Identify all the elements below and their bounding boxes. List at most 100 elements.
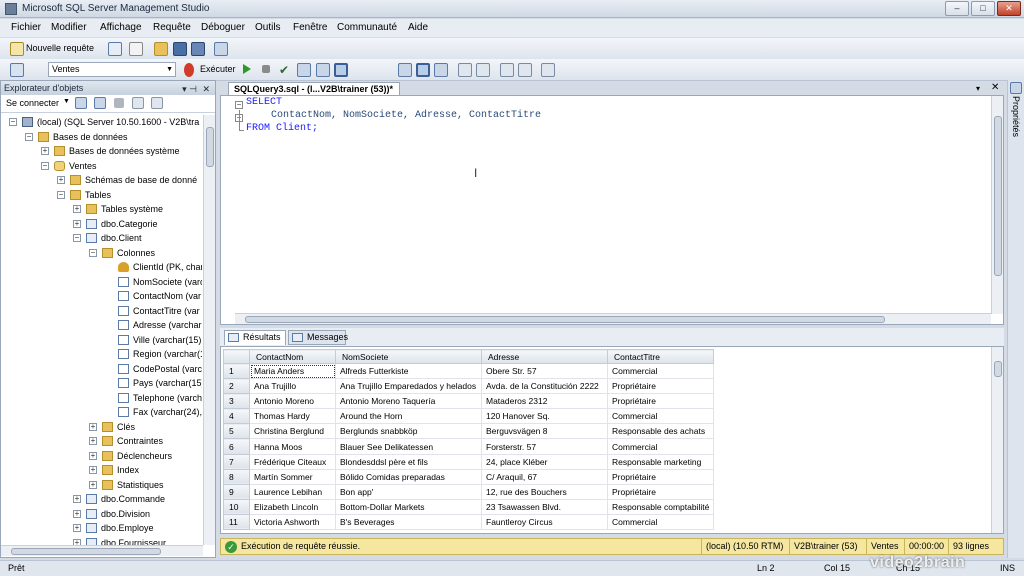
grid-cell[interactable]: Christina Berglund: [249, 423, 336, 440]
close-tab-icon[interactable]: ✕: [991, 82, 999, 93]
column-header[interactable]: NomSociete: [335, 349, 482, 364]
stop-icon[interactable]: [114, 98, 124, 108]
tab-results[interactable]: Résultats: [224, 330, 286, 345]
grid-cell[interactable]: Around the Horn: [335, 408, 482, 425]
grid-cell[interactable]: Mataderos 2312: [481, 393, 608, 410]
grid-cell[interactable]: Avda. de la Constitución 2222: [481, 378, 608, 395]
database-engine-query-icon[interactable]: [108, 42, 122, 56]
tab-dropdown-icon[interactable]: ▾: [976, 84, 980, 93]
grid-cell[interactable]: Elizabeth Lincoln: [249, 498, 336, 515]
table-row[interactable]: 7 Frédérique Citeaux Blondesddsl père et f…: [223, 453, 714, 470]
debug-play-icon[interactable]: [243, 64, 251, 74]
grid-cell[interactable]: Ana Trujillo Emparedados y helados: [335, 378, 482, 395]
grid-vertical-scrollbar[interactable]: [991, 347, 1003, 533]
grid-cell[interactable]: Fauntleroy Circus: [481, 513, 608, 531]
table-row[interactable]: 4 Thomas Hardy Around the Horn 120 Hanover …: [223, 408, 714, 425]
maximize-button[interactable]: □: [971, 1, 995, 16]
grid-cell[interactable]: C/ Araquil, 67: [481, 468, 608, 485]
chevron-down-icon[interactable]: ▼: [63, 98, 70, 105]
table-row[interactable]: 8 Martín Sommer Bólido Comidas preparadas C…: [223, 468, 714, 485]
estimated-plan-icon[interactable]: [297, 63, 311, 77]
expand-icon[interactable]: +: [89, 480, 97, 489]
grid-cell[interactable]: Propriétaire: [607, 468, 714, 485]
collapse-icon[interactable]: −: [25, 132, 33, 141]
stop-icon[interactable]: [262, 65, 270, 73]
parse-check-icon[interactable]: ✔: [279, 63, 293, 77]
grid-cell[interactable]: Berglunds snabbköp: [335, 423, 482, 440]
minimize-button[interactable]: –: [945, 1, 969, 16]
filter-icon[interactable]: [132, 97, 144, 109]
results-grid[interactable]: ContactNom NomSociete Adresse ContactTitre …: [220, 346, 1004, 534]
table-row[interactable]: 6 Hanna Moos Blauer See Delikatessen Forste…: [223, 438, 714, 455]
results-to-file-icon[interactable]: [434, 63, 448, 77]
grid-cell[interactable]: Commercial: [607, 362, 714, 380]
menu-outils[interactable]: Outils: [255, 22, 281, 33]
menu-deboguer[interactable]: Déboguer: [201, 22, 245, 33]
expand-icon[interactable]: +: [73, 509, 81, 518]
tree-vertical-scrollbar[interactable]: [203, 115, 215, 545]
table-row[interactable]: 10 Elizabeth Lincoln Bottom-Dollar Markets…: [223, 498, 714, 515]
sql-editor[interactable]: − − SELECT ContactNom, NomSociete, Adres…: [220, 95, 1004, 325]
expand-icon[interactable]: +: [89, 437, 97, 445]
grid-cell[interactable]: Responsable marketing: [607, 453, 714, 470]
expand-icon[interactable]: +: [89, 451, 97, 460]
results-to-grid-icon[interactable]: [334, 63, 348, 77]
grid-cell[interactable]: Bon app': [335, 483, 482, 500]
expand-icon[interactable]: +: [73, 219, 81, 228]
menu-requete[interactable]: Requête: [153, 22, 191, 33]
new-file-icon[interactable]: [129, 42, 143, 56]
menu-communaute[interactable]: Communauté: [337, 22, 397, 33]
editor-horizontal-scrollbar[interactable]: [235, 313, 991, 324]
connect-icon[interactable]: [10, 63, 24, 77]
grid-cell[interactable]: 24, place Kléber: [481, 453, 608, 470]
grid-cell[interactable]: Responsable comptabilité: [607, 498, 714, 515]
execute-button[interactable]: Exécuter: [200, 64, 236, 74]
grid-cell[interactable]: Berguvsvägen 8: [481, 423, 608, 440]
collapse-icon[interactable]: −: [41, 161, 49, 170]
collapse-icon[interactable]: −: [9, 118, 17, 126]
table-row[interactable]: 9 Laurence Lebihan Bon app' 12, rue des Bou…: [223, 483, 714, 500]
open-file-icon[interactable]: [154, 42, 168, 56]
properties-side-strip[interactable]: Propriétés: [1007, 80, 1024, 558]
increase-indent-icon[interactable]: [518, 63, 532, 77]
grid-cell[interactable]: Blondesddsl père et fils: [335, 453, 482, 470]
results-to-text-icon[interactable]: [398, 63, 412, 77]
table-row[interactable]: 2 Ana Trujillo Ana Trujillo Emparedados y …: [223, 378, 714, 395]
grid-cell[interactable]: Hanna Moos: [249, 438, 336, 455]
new-query-button[interactable]: Nouvelle requête: [26, 43, 94, 53]
collapse-icon[interactable]: −: [57, 190, 65, 199]
menu-affichage[interactable]: Affichage: [100, 22, 142, 33]
grid-cell[interactable]: Propriétaire: [607, 483, 714, 500]
results-to-grid-selected-icon[interactable]: [416, 63, 430, 77]
table-row[interactable]: 11 Victoria Ashworth B's Beverages Fauntler…: [223, 513, 714, 531]
tree-horizontal-scrollbar[interactable]: [1, 545, 203, 556]
comment-icon[interactable]: [458, 63, 472, 77]
save-all-icon[interactable]: [191, 42, 205, 56]
menu-aide[interactable]: Aide: [408, 22, 428, 33]
decrease-indent-icon[interactable]: [500, 63, 514, 77]
activity-monitor-icon[interactable]: [214, 42, 228, 56]
grid-cell[interactable]: Antonio Moreno: [249, 393, 336, 410]
expand-icon[interactable]: +: [73, 524, 81, 532]
collapse-icon[interactable]: −: [73, 234, 81, 242]
column-header[interactable]: Adresse: [481, 349, 608, 364]
column-header[interactable]: ContactTitre: [607, 349, 714, 364]
uncomment-icon[interactable]: [476, 63, 490, 77]
tab-messages[interactable]: Messages: [288, 330, 348, 345]
grid-cell[interactable]: Obere Str. 57: [481, 362, 608, 380]
grid-cell[interactable]: 23 Tsawassen Blvd.: [481, 498, 608, 515]
grid-cell[interactable]: Blauer See Delikatessen: [335, 438, 482, 455]
editor-vertical-scrollbar[interactable]: [991, 96, 1003, 314]
grid-cell[interactable]: Propriétaire: [607, 393, 714, 410]
query-designer-icon[interactable]: [316, 63, 330, 77]
expand-icon[interactable]: +: [89, 422, 97, 431]
grid-cell[interactable]: Antonio Moreno Taquería: [335, 393, 482, 410]
menu-fenetre[interactable]: Fenêtre: [293, 22, 327, 33]
refresh-icon[interactable]: [151, 97, 163, 109]
connect-server-icon[interactable]: [75, 97, 87, 109]
grid-cell[interactable]: Martín Sommer: [249, 468, 336, 485]
expand-icon[interactable]: +: [57, 176, 65, 184]
grid-cell[interactable]: Forsterstr. 57: [481, 438, 608, 455]
expand-icon[interactable]: +: [73, 495, 81, 503]
close-icon[interactable]: ✕: [202, 82, 210, 96]
